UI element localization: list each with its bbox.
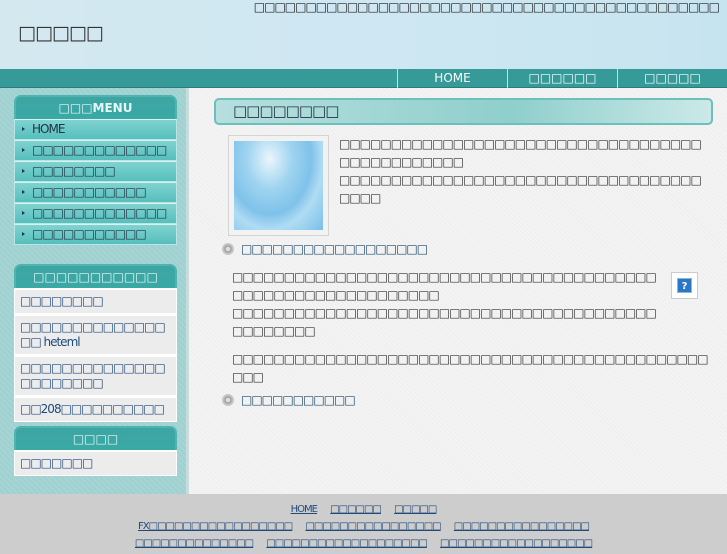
footer-link[interactable]: □□□□□□□□□□□□□□□□□□□ bbox=[266, 538, 428, 549]
footer-row-2: FX□□□□□□□□□□□□□□□□□ □□□□□□□□□□□□□□□□ □□□… bbox=[0, 520, 727, 534]
footer-link[interactable]: □□□□□□ bbox=[330, 504, 382, 515]
bullet-circle-icon bbox=[222, 243, 234, 255]
bullet-label: □□□□□□□□□□□ bbox=[241, 393, 356, 407]
footer-link[interactable]: □□□□□□□□□□□□□□ bbox=[135, 538, 254, 549]
nav-item-3[interactable]: □□□□□ bbox=[617, 69, 727, 88]
menu-item-home[interactable]: HOME bbox=[14, 119, 177, 140]
link-item[interactable]: □□□□□□□□ bbox=[14, 288, 177, 314]
links-title: □□□□□□□□□□□ bbox=[14, 264, 177, 288]
footer-link[interactable]: □□□□□□□□□□□□□□□□ bbox=[305, 521, 441, 532]
box-3: □□□□ □□□□□□□ bbox=[14, 426, 177, 476]
footer-link[interactable]: □□□□□ bbox=[394, 504, 437, 515]
bullet-label: □□□□□□□□□□□□□□□□□□ bbox=[241, 242, 428, 256]
help-glyph: ? bbox=[677, 278, 692, 293]
intro-line: □□□□□□□□□□□□□□□□□□□□□□□□□□□□□□□□□□□□□□□ bbox=[339, 173, 702, 205]
paragraph-2: □□□□□□□□□□□□□□□□□□□□□□□□□□□□□□□□□□□□□□□□… bbox=[232, 352, 709, 384]
site-header: □□□□□□□□□□□□□□□□□□□□□□□□□□□□□□□□□□□□□□□□… bbox=[0, 0, 727, 69]
footer-link[interactable]: □□□□□□□□□□□□□□□□ bbox=[454, 521, 590, 532]
sidebar: □□□MENU HOME □□□□□□□□□□□□□ □□□□□□□□ □□□□… bbox=[0, 88, 189, 494]
menu-title: □□□MENU bbox=[14, 95, 177, 119]
intro-line: □□□□□□□□□□□□□□□□□□□□□□□□□□□□□□□□□□□□□□□□… bbox=[339, 137, 702, 169]
footer-link[interactable]: FX□□□□□□□□□□□□□□□□□ bbox=[138, 521, 293, 532]
para-line: □□□□□□□□□□□□□□□□□□□□□□□□□□□□□□□□□□□□□□□□… bbox=[232, 270, 657, 302]
box-3-title: □□□□ bbox=[14, 426, 177, 450]
menu-item[interactable]: □□□□□□□□□□□ bbox=[14, 182, 177, 203]
paragraph-1: □□□□□□□□□□□□□□□□□□□□□□□□□□□□□□□□□□□□□□□□… bbox=[232, 268, 662, 340]
footer-link-home[interactable]: HOME bbox=[291, 504, 318, 515]
menu-item[interactable]: □□□□□□□□ bbox=[14, 161, 177, 182]
links-box: □□□□□□□□□□□ □□□□□□□□ □□□□□□□□□□□□□□□□ he… bbox=[14, 264, 177, 422]
content-heading: □□□□□□□□ bbox=[214, 98, 713, 125]
bullet-circle-icon bbox=[222, 394, 234, 406]
main-content: □□□□□□□□ □□□□□□□□□□□□□□□□□□□□□□□□□□□□□□□… bbox=[189, 88, 727, 494]
menu-item[interactable]: □□□□□□□□□□□ bbox=[14, 224, 177, 245]
nav-home[interactable]: HOME bbox=[397, 69, 507, 88]
intro-text: □□□□□□□□□□□□□□□□□□□□□□□□□□□□□□□□□□□□□□□□… bbox=[339, 135, 709, 207]
nav-item-2[interactable]: □□□□□□ bbox=[507, 69, 617, 88]
link-item[interactable]: □□208□□□□□□□□□□ bbox=[14, 396, 177, 422]
menu-item[interactable]: □□□□□□□□□□□□□ bbox=[14, 140, 177, 161]
site-title[interactable]: □□□□□ bbox=[18, 22, 104, 44]
para-line: □□□□□□□□□□□□□□□□□□□□□□□□□□□□□□□□□□□□□□□□… bbox=[232, 306, 657, 338]
top-nav: HOME □□□□□□ □□□□□ bbox=[0, 69, 727, 88]
footer-row-1: HOME □□□□□□ □□□□□ bbox=[0, 503, 727, 517]
footer-row-3: □□□□□□□□□□□□□□ □□□□□□□□□□□□□□□□□□□ □□□□□… bbox=[0, 537, 727, 551]
header-tagline: □□□□□□□□□□□□□□□□□□□□□□□□□□□□□□□□□□□□□□□□… bbox=[253, 0, 720, 14]
footer-link[interactable]: □□□□□□□□□□□□□□□□□□ bbox=[440, 538, 593, 549]
water-image bbox=[228, 135, 329, 236]
footer: HOME □□□□□□ □□□□□ FX□□□□□□□□□□□□□□□□□ □□… bbox=[0, 494, 727, 554]
help-icon[interactable]: ? bbox=[671, 272, 698, 299]
bullet-heading-1[interactable]: □□□□□□□□□□□□□□□□□□ bbox=[222, 242, 702, 256]
bullet-heading-2[interactable]: □□□□□□□□□□□ bbox=[222, 393, 702, 407]
link-item[interactable]: □□□□□□□ bbox=[14, 450, 177, 476]
menu-item[interactable]: □□□□□□□□□□□□□ bbox=[14, 203, 177, 224]
menu-box: □□□MENU HOME □□□□□□□□□□□□□ □□□□□□□□ □□□□… bbox=[14, 95, 177, 245]
link-item[interactable]: □□□□□□□□□□□□□□□□ heteml bbox=[14, 314, 177, 355]
link-item[interactable]: □□□□□□□□□□□□□□□□□□□□□□ bbox=[14, 355, 177, 396]
